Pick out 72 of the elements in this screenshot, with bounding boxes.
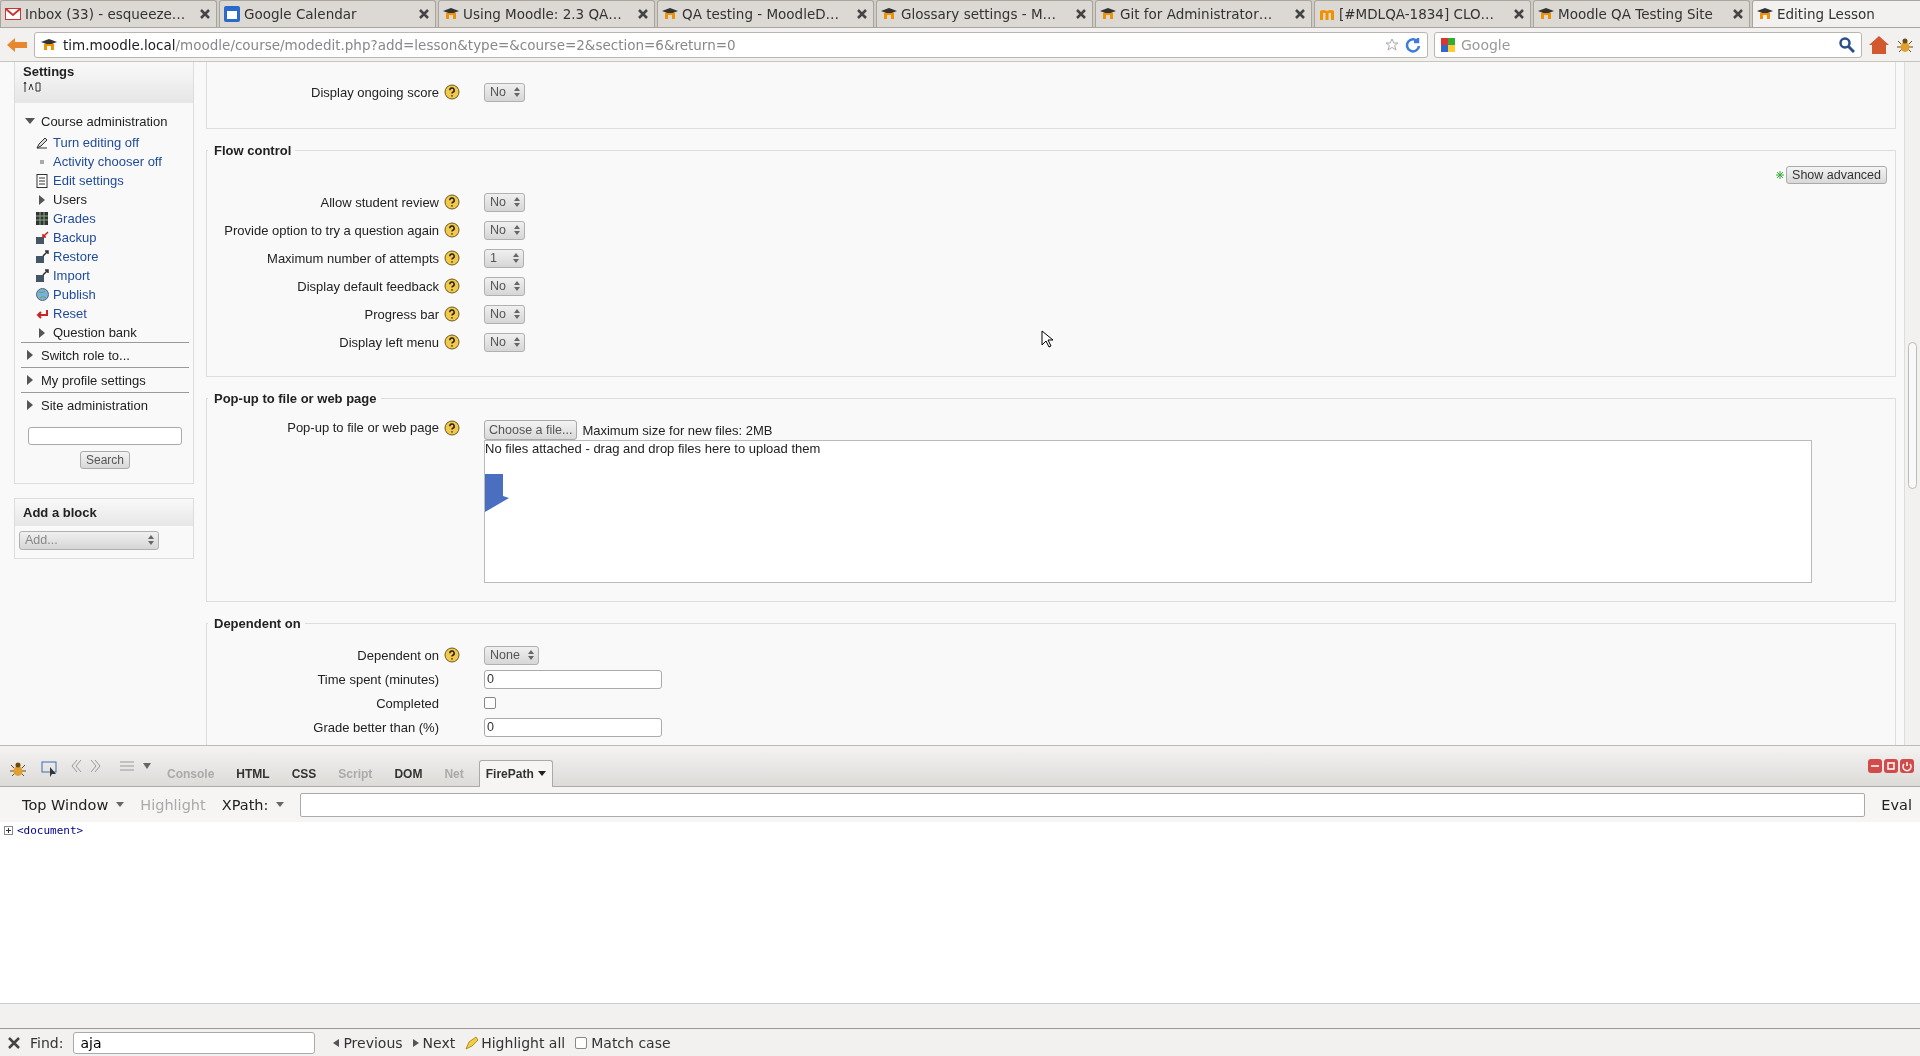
field-label: Time spent (minutes) bbox=[317, 671, 439, 687]
devtools-tab[interactable]: CSS bbox=[284, 760, 324, 787]
tree-link[interactable]: Backup bbox=[53, 230, 97, 245]
tree-link[interactable]: Restore bbox=[53, 249, 99, 264]
section-legend: Dependent on bbox=[208, 616, 305, 631]
eval-button[interactable]: Eval bbox=[1881, 796, 1912, 813]
choose-file-button[interactable]: Choose a file... bbox=[484, 420, 578, 440]
url-field[interactable]: tim.moodle.local/moodle/course/modedit.php?add=lesson&type=&course=2&section=6&return=0 bbox=[34, 31, 1428, 58]
tree-link[interactable]: Import bbox=[53, 268, 90, 283]
dom-node[interactable]: <document> bbox=[17, 824, 84, 837]
tree-link[interactable]: Turn editing off bbox=[53, 135, 139, 150]
browser-tab[interactable]: Google Calendar bbox=[219, 0, 436, 27]
file-size-note: Maximum size for new files: 2MB bbox=[582, 422, 773, 438]
field-label: Display ongoing score bbox=[311, 84, 439, 100]
field-label: Display default feedback bbox=[297, 278, 439, 294]
select-dropdown[interactable]: No bbox=[484, 192, 525, 212]
select-dropdown[interactable]: No bbox=[484, 220, 525, 240]
select-dropdown[interactable]: 1 bbox=[484, 248, 524, 268]
browser-tab[interactable]: Editing Lesson bbox=[1752, 0, 1920, 27]
tree-link[interactable]: Reset bbox=[53, 306, 87, 321]
xpath-select[interactable]: XPath: bbox=[221, 796, 285, 813]
input-field[interactable]: 0 bbox=[484, 669, 662, 689]
browser-tab[interactable]: Inbox (33) - esqueeze… bbox=[0, 0, 217, 27]
browser-tab[interactable]: Using Moodle: 2.3 QA… bbox=[438, 0, 655, 27]
previous-button[interactable]: Previous bbox=[333, 1034, 403, 1051]
search-button[interactable]: Search bbox=[80, 451, 130, 469]
tree-item[interactable]: Users bbox=[53, 192, 87, 207]
field-label: Completed bbox=[376, 695, 439, 711]
devtools-tab[interactable]: HTML bbox=[229, 760, 277, 787]
match-case-checkbox[interactable]: Match case bbox=[575, 1034, 671, 1051]
tree-link[interactable]: Activity chooser off bbox=[53, 154, 162, 169]
tree-item[interactable]: Site administration bbox=[41, 397, 148, 413]
drop-zone[interactable]: No files attached - drag and drop files here to upload them bbox=[484, 440, 1812, 583]
select-dropdown[interactable]: No bbox=[484, 276, 525, 296]
drop-zone-text: No files attached - drag and drop files here to upload them bbox=[485, 441, 822, 456]
input-field[interactable]: 0 bbox=[484, 717, 662, 737]
block-title: Add a block bbox=[23, 505, 98, 520]
tree-item[interactable]: My profile settings bbox=[41, 372, 146, 388]
tree-item[interactable]: Switch role to... bbox=[41, 347, 130, 363]
field-label: Provide option to try a question again bbox=[224, 222, 439, 238]
tree-item[interactable]: Question bank bbox=[53, 325, 137, 340]
select-dropdown[interactable]: No bbox=[484, 332, 525, 352]
browser-tab[interactable]: Moodle QA Testing Site bbox=[1533, 0, 1750, 27]
field-label: Allow student review bbox=[320, 194, 439, 210]
window-select[interactable]: Top Window bbox=[22, 796, 125, 813]
select-dropdown[interactable]: No bbox=[484, 82, 525, 102]
field-label: Dependent on bbox=[357, 647, 439, 663]
field-label: Maximum number of attempts bbox=[267, 250, 439, 266]
next-button[interactable]: Next bbox=[412, 1034, 456, 1051]
browser-tab[interactable]: [#MDLQA-1834] CLO… bbox=[1314, 0, 1531, 27]
section-legend: Flow control bbox=[208, 143, 296, 158]
field-label: Grade better than (%) bbox=[313, 719, 439, 735]
show-advanced-button[interactable]: Show advanced bbox=[1786, 166, 1887, 184]
browser-tab[interactable]: Git for Administrator… bbox=[1095, 0, 1312, 27]
tree-item[interactable]: Course administration bbox=[41, 113, 168, 129]
find-field[interactable]: aja bbox=[73, 1031, 316, 1054]
highlight-all-button[interactable]: Highlight all bbox=[465, 1034, 566, 1051]
devtools-tab[interactable]: DOM bbox=[387, 760, 430, 787]
devtools-tab[interactable]: FirePath bbox=[478, 760, 553, 787]
field-label: Pop-up to file or web page bbox=[287, 420, 439, 435]
block-title: Settings bbox=[23, 64, 76, 79]
field-label: Progress bar bbox=[364, 306, 439, 322]
select-dropdown[interactable]: No bbox=[484, 304, 525, 324]
field-label: Display left menu bbox=[339, 334, 439, 350]
section-legend: Pop-up to file or web page bbox=[208, 391, 381, 406]
tree-link[interactable]: Edit settings bbox=[53, 173, 124, 188]
tree-link[interactable]: Grades bbox=[53, 211, 96, 226]
find-label: Find: bbox=[30, 1034, 64, 1051]
browser-tab[interactable]: Glossary settings - M… bbox=[876, 0, 1093, 27]
browser-tab[interactable]: QA testing - MoodleD… bbox=[657, 0, 874, 27]
select-dropdown[interactable]: None bbox=[484, 645, 539, 665]
tree-link[interactable]: Publish bbox=[53, 287, 96, 302]
